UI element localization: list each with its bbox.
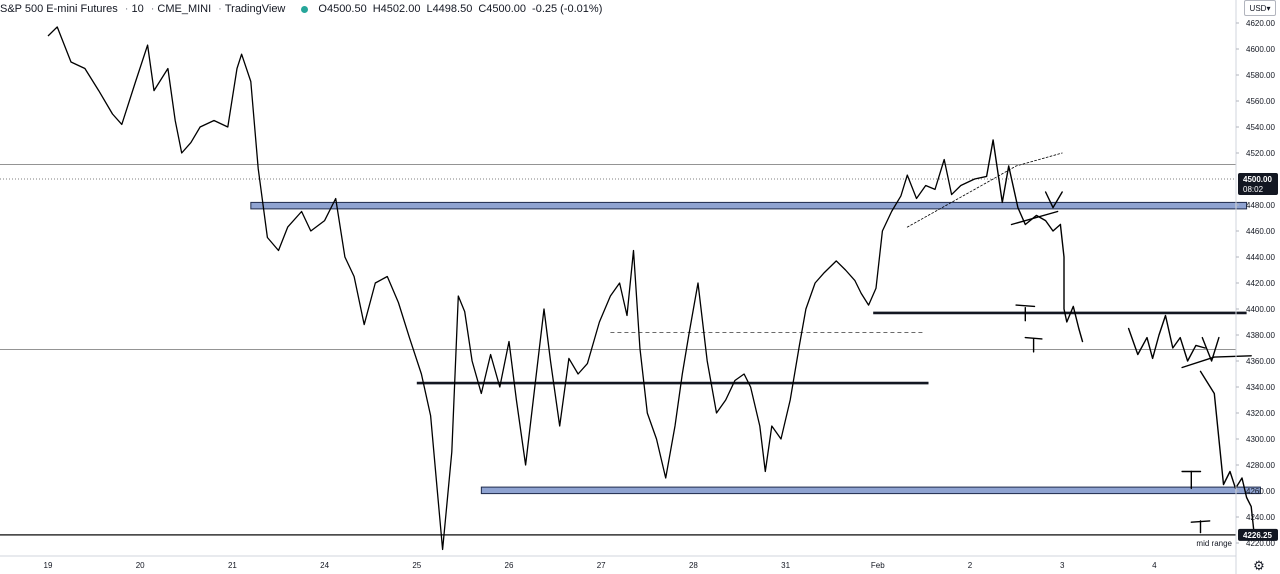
annotations-layer: [906, 139, 1255, 534]
price-line: [47, 26, 975, 551]
zone-0: [250, 201, 1248, 210]
price-tick-label-18: 4240.00: [1246, 513, 1275, 522]
time-tick-label-6: 27: [597, 561, 606, 570]
price-tick-label-3: 4560.00: [1246, 97, 1275, 106]
price-tick-label-4: 4540.00: [1246, 123, 1275, 132]
time-tick-label-8: 31: [781, 561, 790, 570]
price-tick-label-15: 4300.00: [1246, 435, 1275, 444]
time-tick-label-4: 25: [412, 561, 421, 570]
price-tick-label-7: 4460.00: [1246, 227, 1275, 236]
price-tick-label-13: 4340.00: [1246, 383, 1275, 392]
zone-1: [480, 486, 1261, 495]
time-tick-label-3: 24: [320, 561, 329, 570]
time-tick-label-0: 19: [44, 561, 53, 570]
currency-button[interactable]: USD ▾: [1244, 0, 1276, 16]
price-tick-label-16: 4280.00: [1246, 461, 1275, 470]
price-tick-label-6: 4480.00: [1246, 201, 1275, 210]
price-chart[interactable]: 4620.00 4600.00 4580.00 4560.00 4540.00 4520.…: [0, 0, 1280, 574]
price-tick-label-9: 4420.00: [1246, 279, 1275, 288]
market-status-icon: [301, 5, 309, 13]
time-tick-label-11: 3: [1060, 561, 1065, 570]
price-tick-label-12: 4360.00: [1246, 357, 1275, 366]
mid-range-label: mid range: [1196, 539, 1232, 548]
ohlc-low: L4498.50: [426, 3, 473, 15]
price-change: -0.25 (-0.01%): [532, 3, 603, 15]
time-tick-label-1: 20: [136, 561, 145, 570]
time-tick-label-7: 28: [689, 561, 698, 570]
price-tick-label-1: 4600.00: [1246, 45, 1275, 54]
price-tick-label-14: 4320.00: [1246, 409, 1275, 418]
annotation-stroke-4: [1059, 223, 1084, 343]
annotation-stroke-2: [1010, 210, 1059, 226]
time-tick-label-9: Feb: [871, 561, 885, 570]
source-label: TradingView: [224, 3, 286, 15]
levels-layer: [0, 164, 1247, 536]
price-tick-label-2: 4580.00: [1246, 71, 1275, 80]
price-tick-label-0: 4620.00: [1246, 19, 1275, 28]
time-tick-label-12: 4: [1152, 561, 1157, 570]
symbol-title: S&P 500 E-mini Futures: [0, 3, 118, 15]
annotation-stroke-0: [906, 152, 1063, 228]
ohlc-high: H4502.00: [372, 3, 421, 15]
annotation-stroke-1: [973, 139, 1062, 232]
ohlc-open: O4500.50: [318, 3, 367, 15]
time-tick-label-5: 26: [505, 561, 514, 570]
interval-label: 10: [131, 3, 144, 15]
price-series-layer: [47, 26, 975, 551]
chart-header: S&P 500 E-mini Futures · 10 · CME_MINI ·…: [0, 3, 603, 15]
last-price-value: 4500.00: [1243, 175, 1272, 184]
last-price-countdown: 08:02: [1243, 185, 1264, 194]
price-tick-label-17: 4260.00: [1246, 487, 1275, 496]
ohlc-close: C4500.00: [478, 3, 527, 15]
gear-icon[interactable]: ⚙: [1251, 558, 1267, 574]
time-tick-label-2: 21: [228, 561, 237, 570]
annotation-stroke-10: [1181, 355, 1252, 369]
time-tick-label-10: 2: [968, 561, 973, 570]
price-tick-label-11: 4380.00: [1246, 331, 1275, 340]
annotation-stroke-5: [1015, 304, 1036, 308]
price-tick-label-5: 4520.00: [1246, 149, 1275, 158]
annotation-stroke-9: [1127, 314, 1206, 362]
exchange-label: CME_MINI: [157, 3, 212, 15]
price-tick-label-10: 4400.00: [1246, 305, 1275, 314]
price-tick-label-8: 4440.00: [1246, 253, 1275, 262]
zones-layer: [250, 201, 1261, 495]
mid-range-value: 4226.25: [1243, 531, 1272, 540]
annotation-stroke-12: [1199, 370, 1255, 534]
